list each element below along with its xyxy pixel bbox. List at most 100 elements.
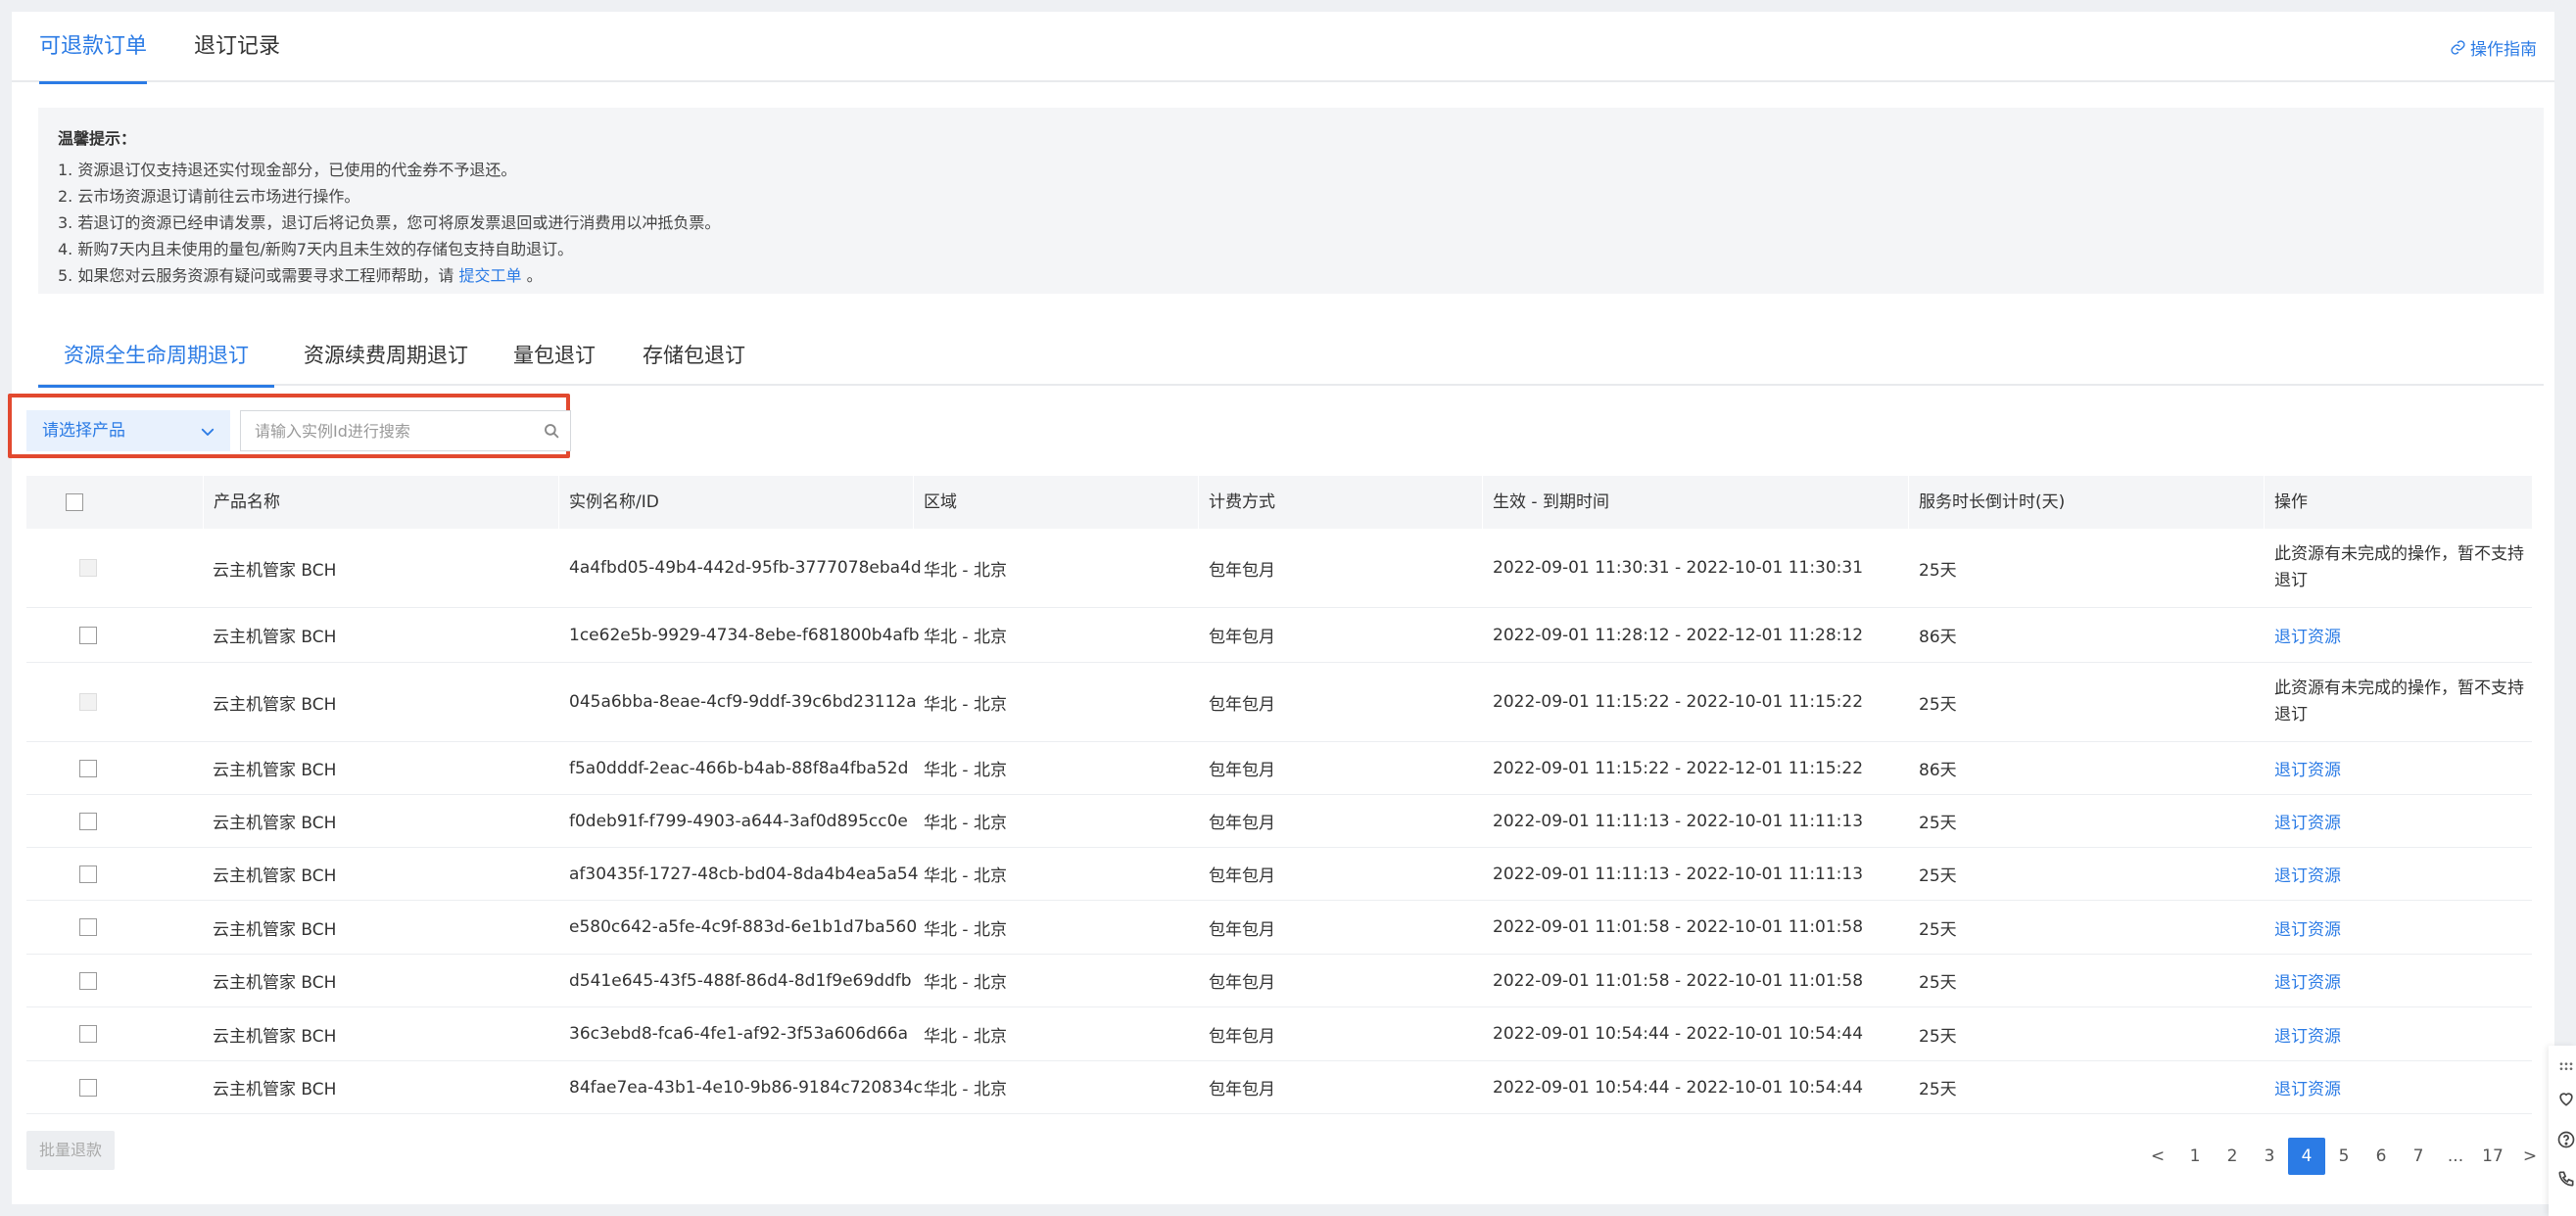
row-billing: 包年包月 xyxy=(1209,1080,1275,1099)
page-button-6[interactable]: 6 xyxy=(2362,1138,2400,1175)
row-checkbox[interactable] xyxy=(79,865,97,883)
row-period: 2022-09-01 11:28:12 - 2022-12-01 11:28:1… xyxy=(1493,625,1864,645)
row-period: 2022-09-01 10:54:44 - 2022-10-01 10:54:4… xyxy=(1493,1077,1864,1098)
row-days: 25天 xyxy=(1919,694,1957,715)
row-checkbox[interactable] xyxy=(79,812,97,830)
chevron-down-icon xyxy=(201,428,215,436)
tab-renewal-period-refund[interactable]: 资源续费周期退订 xyxy=(304,325,468,386)
row-region: 华北 - 北京 xyxy=(924,1026,1007,1047)
refund-resource-link[interactable]: 退订资源 xyxy=(2274,968,2341,993)
row-period: 2022-09-01 11:15:22 - 2022-10-01 11:15:2… xyxy=(1493,692,1864,712)
row-product: 云主机管家 BCH xyxy=(213,1080,337,1099)
table-row: 云主机管家 BCH 045a6bba-8eae-4cf9-9ddf-39c6bd… xyxy=(26,663,2532,742)
row-checkbox[interactable] xyxy=(79,626,97,644)
notice-line: 1. 资源退订仅支持退还实付现金部分，已使用的代金券不予退还。 xyxy=(58,161,517,179)
row-period: 2022-09-01 11:01:58 - 2022-10-01 11:01:5… xyxy=(1493,917,1864,937)
row-instance-id: e580c642-a5fe-4c9f-883d-6e1b1d7ba560 xyxy=(569,917,918,937)
row-region: 华北 - 北京 xyxy=(924,973,1007,993)
search-icon[interactable] xyxy=(543,422,560,440)
notice-panel: 温馨提示： 1. 资源退订仅支持退还实付现金部分，已使用的代金券不予退还。 2.… xyxy=(38,108,2544,294)
notice-line: 5. 如果您对云服务资源有疑问或需要寻求工程师帮助，请 提交工单 。 xyxy=(58,262,2524,289)
page-button-7[interactable]: 7 xyxy=(2400,1138,2437,1175)
row-billing: 包年包月 xyxy=(1209,560,1275,581)
row-days: 25天 xyxy=(1919,1026,1957,1047)
row-billing: 包年包月 xyxy=(1209,814,1275,833)
row-instance-id: 4a4fbd05-49b4-442d-95fb-3777078eba4d xyxy=(569,558,922,578)
instance-id-search-input[interactable] xyxy=(241,411,525,450)
operation-guide-label: 操作指南 xyxy=(2470,40,2537,60)
row-instance-id: 1ce62e5b-9929-4734-8ebe-f681800b4afb xyxy=(569,625,920,645)
row-checkbox[interactable] xyxy=(79,971,97,990)
batch-refund-button[interactable]: 批量退款 xyxy=(26,1131,115,1170)
operation-guide-link[interactable]: 操作指南 xyxy=(2450,35,2537,60)
tab-refundable-orders[interactable]: 可退款订单 xyxy=(39,12,148,84)
col-countdown: 服务时长倒计时(天) xyxy=(1919,492,2066,512)
refund-resource-link[interactable]: 退订资源 xyxy=(2274,862,2341,886)
row-billing: 包年包月 xyxy=(1209,973,1275,993)
sub-tabs: 资源全生命周期退订 资源续费周期退订 量包退订 存储包退订 xyxy=(38,325,2544,388)
row-region: 华北 - 北京 xyxy=(924,560,1007,581)
notice-line5-suffix: 。 xyxy=(526,266,543,285)
row-product: 云主机管家 BCH xyxy=(213,1026,337,1047)
row-instance-id: 045a6bba-8eae-4cf9-9ddf-39c6bd23112a xyxy=(569,692,917,712)
page-button-17[interactable]: 17 xyxy=(2474,1138,2511,1175)
row-checkbox xyxy=(79,693,97,711)
table-header: 产品名称 实例名称/ID 区域 计费方式 生效 - 到期时间 服务时长倒计时(天… xyxy=(26,476,2532,529)
row-checkbox[interactable] xyxy=(79,1025,97,1043)
col-operation: 操作 xyxy=(2274,492,2308,512)
row-checkbox[interactable] xyxy=(79,759,97,777)
row-checkbox[interactable] xyxy=(79,1078,97,1097)
col-product-name: 产品名称 xyxy=(214,492,280,512)
notice-line: 2. 云市场资源退订请前往云市场进行操作。 xyxy=(58,187,360,206)
col-billing: 计费方式 xyxy=(1209,492,1275,512)
page-button-1[interactable]: 1 xyxy=(2176,1138,2214,1175)
heart-icon[interactable] xyxy=(2556,1089,2576,1108)
row-days: 25天 xyxy=(1919,919,1957,940)
phone-icon[interactable] xyxy=(2556,1169,2576,1189)
tab-package-refund[interactable]: 量包退订 xyxy=(513,325,596,386)
row-days: 25天 xyxy=(1919,1080,1957,1099)
table-row: 云主机管家 BCH 84fae7ea-43b1-4e10-9b86-9184c7… xyxy=(26,1061,2532,1114)
table-row: 云主机管家 BCH f5a0dddf-2eac-466b-b4ab-88f8a4… xyxy=(26,742,2532,795)
row-days: 86天 xyxy=(1919,761,1957,780)
page-button-2[interactable]: 2 xyxy=(2214,1138,2251,1175)
page-button-4[interactable]: 4 xyxy=(2288,1138,2325,1175)
select-all-checkbox[interactable] xyxy=(66,493,83,511)
row-period: 2022-09-01 11:15:22 - 2022-12-01 11:15:2… xyxy=(1493,758,1864,778)
row-region: 华北 - 北京 xyxy=(924,866,1007,886)
row-days: 25天 xyxy=(1919,814,1957,833)
tab-full-lifecycle-refund[interactable]: 资源全生命周期退订 xyxy=(38,325,274,388)
refund-resource-link[interactable]: 退订资源 xyxy=(2274,756,2341,780)
col-period: 生效 - 到期时间 xyxy=(1493,492,1609,512)
row-region: 华北 - 北京 xyxy=(924,761,1007,780)
refund-resource-link[interactable]: 退订资源 xyxy=(2274,809,2341,833)
page-next-button[interactable]: > xyxy=(2511,1138,2549,1175)
tab-refund-records[interactable]: 退订记录 xyxy=(194,12,280,82)
page-button-3[interactable]: 3 xyxy=(2251,1138,2288,1175)
row-days: 25天 xyxy=(1919,973,1957,993)
drag-handle-icon[interactable] xyxy=(2556,1057,2576,1077)
row-instance-id: f0deb91f-f799-4903-a644-3af0d895cc0e xyxy=(569,811,908,831)
link-icon xyxy=(2451,40,2465,55)
product-select[interactable]: 请选择产品 xyxy=(26,410,230,451)
floating-toolbar xyxy=(2549,1046,2576,1216)
table-row: 云主机管家 BCH e580c642-a5fe-4c9f-883d-6e1b1d… xyxy=(26,901,2532,955)
submit-ticket-link[interactable]: 提交工单 xyxy=(458,266,521,285)
row-instance-id: 36c3ebd8-fca6-4fe1-af92-3f53a606d66a xyxy=(569,1024,909,1044)
row-product: 云主机管家 BCH xyxy=(213,628,337,647)
notice-title: 温馨提示： xyxy=(58,129,137,148)
row-billing: 包年包月 xyxy=(1209,761,1275,780)
refund-resource-link[interactable]: 退订资源 xyxy=(2274,623,2341,647)
help-icon[interactable] xyxy=(2556,1130,2576,1149)
row-period: 2022-09-01 11:30:31 - 2022-10-01 11:30:3… xyxy=(1493,558,1864,578)
refund-resource-link[interactable]: 退订资源 xyxy=(2274,1075,2341,1099)
tab-storage-package-refund[interactable]: 存储包退订 xyxy=(643,325,745,386)
refund-resource-link[interactable]: 退订资源 xyxy=(2274,915,2341,940)
row-checkbox[interactable] xyxy=(79,918,97,936)
pagination: < 1 2 3 4 5 6 7 ... 17 > xyxy=(2139,1138,2549,1175)
page-prev-button[interactable]: < xyxy=(2139,1138,2176,1175)
refund-resource-link[interactable]: 退订资源 xyxy=(2274,1022,2341,1047)
table-row: 云主机管家 BCH f0deb91f-f799-4903-a644-3af0d8… xyxy=(26,795,2532,848)
page-button-5[interactable]: 5 xyxy=(2325,1138,2362,1175)
page-ellipsis: ... xyxy=(2447,1146,2464,1166)
